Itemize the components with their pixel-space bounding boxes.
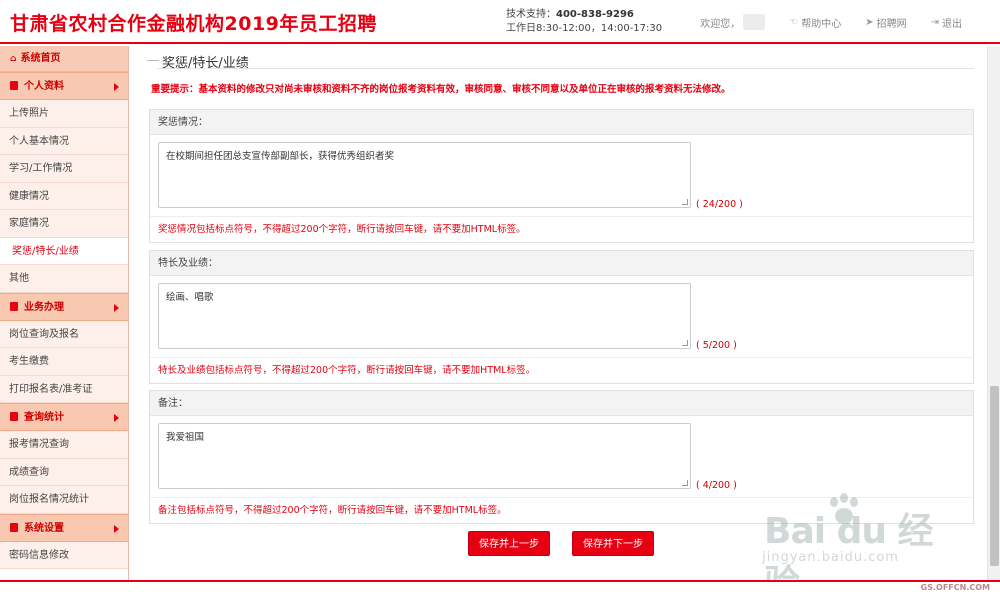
remarks-label: 备注： (150, 391, 973, 416)
recruit-link[interactable]: ➤ 招聘网 (865, 15, 906, 30)
remarks-body: 我爱祖国 ( 4/200 ) (150, 416, 973, 498)
sidebar-group-label: 系统设置 (24, 522, 64, 534)
help-link[interactable]: ☜ 帮助中心 (789, 15, 841, 30)
scrollbar[interactable] (987, 46, 1000, 580)
sidebar-item-password[interactable]: 密码信息修改 (0, 541, 128, 569)
welcome-text: 欢迎您， (700, 18, 741, 30)
divider (157, 68, 974, 69)
document-icon (10, 522, 18, 532)
chevron-right-icon (114, 414, 119, 422)
awards-panel: 奖惩情况： 在校期间担任团总支宣传部副部长，获得优秀组织者奖 ( 24/200 … (149, 109, 974, 243)
sidebar-item-score-query[interactable]: 成绩查询 (0, 458, 128, 486)
sidebar-item-upload-photo[interactable]: 上传照片 (0, 100, 128, 128)
support-label: 技术支持： (506, 9, 556, 20)
skills-char-count: ( 5/200 ) (696, 340, 737, 351)
save-next-button[interactable]: 保存并下一步 (572, 531, 654, 556)
sidebar-group-profile[interactable]: 个人资料 (0, 72, 128, 100)
document-icon (10, 412, 18, 421)
header-links: 欢迎您， ☜ 帮助中心 ➤ 招聘网 ⇥ 退出 (676, 14, 962, 30)
awards-hint: 奖惩情况包括标点符号，不得超过200个字符，断行请按回车键，请不要加HTML标签… (158, 224, 526, 235)
awards-body: 在校期间担任团总支宣传部副部长，获得优秀组织者奖 ( 24/200 ) (150, 135, 973, 217)
sidebar-group-label: 业务办理 (24, 301, 64, 313)
sidebar-item-basic-info[interactable]: 个人基本情况 (0, 127, 128, 155)
sidebar-item-job-search[interactable]: 岗位查询及报名 (0, 320, 128, 348)
sidebar-group-label: 个人资料 (24, 81, 64, 92)
avatar (743, 14, 766, 30)
paper-plane-icon: ➤ (865, 16, 874, 28)
support-info: 技术支持：400-838-9296 工作日8:30-12:00，14:00-17… (506, 8, 662, 36)
sidebar-item-other[interactable]: 其他 (0, 265, 128, 293)
skills-hint: 特长及业绩包括标点符号，不得超过200个字符，断行请按回车键，请不要加HTML标… (158, 365, 536, 376)
recruit-label: 招聘网 (876, 18, 907, 30)
sidebar-group-settings[interactable]: 系统设置 (0, 513, 128, 542)
logout-icon: ⇥ (930, 16, 939, 28)
sidebar-home-label: 系统首页 (20, 53, 61, 64)
skills-label: 特长及业绩： (150, 251, 973, 276)
resize-grip-icon[interactable] (682, 480, 688, 486)
site-title: 甘肃省农村合作金融机构2019年员工招聘 (10, 13, 377, 35)
awards-char-count: ( 24/200 ) (696, 199, 743, 210)
sidebar-item-job-stats[interactable]: 岗位报名情况统计 (0, 486, 128, 514)
awards-label: 奖惩情况： (150, 110, 973, 135)
sidebar-item-awards[interactable]: 奖惩/特长/业绩 (0, 237, 128, 265)
sidebar-item-health[interactable]: 健康情况 (0, 182, 128, 210)
logout-label: 退出 (942, 18, 962, 30)
logout-link[interactable]: ⇥ 退出 (931, 15, 962, 30)
sidebar-group-label: 查询统计 (24, 412, 64, 423)
remarks-char-count: ( 4/200 ) (696, 480, 737, 491)
skills-panel: 特长及业绩： 绘画、唱歌 ( 5/200 ) 特长及业绩包括标点符号，不得超过2… (149, 250, 974, 384)
welcome: 欢迎您， (700, 14, 766, 30)
resize-grip-icon[interactable] (682, 199, 688, 205)
offcn-watermark: GS.OFFCN.COM (920, 583, 990, 592)
scrollbar-thumb[interactable] (990, 386, 999, 566)
sidebar-group-query[interactable]: 查询统计 (0, 403, 128, 431)
chevron-right-icon (114, 303, 119, 312)
sidebar-item-apply-query[interactable]: 报考情况查询 (0, 431, 128, 459)
sidebar: ⌂ 系统首页 个人资料 上传照片 个人基本情况 学习/工作情况 健康情况 家庭情况… (0, 46, 129, 580)
header: 甘肃省农村合作金融机构2019年员工招聘 技术支持：400-838-9296 工… (0, 0, 1000, 44)
skills-body: 绘画、唱歌 ( 5/200 ) (150, 276, 973, 358)
footer-bar: GS.OFFCN.COM (0, 580, 1000, 594)
awards-textarea[interactable]: 在校期间担任团总支宣传部副部长，获得优秀组织者奖 (158, 142, 691, 208)
hand-pointer-icon: ☜ (789, 16, 799, 28)
document-icon (10, 301, 18, 311)
chevron-right-icon (114, 83, 119, 91)
divider (147, 60, 159, 61)
support-hours: 工作日8:30-12:00，14:00-17:30 (506, 23, 663, 34)
chevron-right-icon (114, 524, 119, 533)
sidebar-item-payment[interactable]: 考生缴费 (0, 348, 128, 376)
support-tel: 400-838-9296 (556, 9, 634, 20)
baidu-url: jingyan.baidu.com (762, 550, 899, 565)
important-notice: 重要提示：基本资料的修改只对尚未审核和资料不齐的岗位报考资料有效，审核同意、审核… (151, 84, 731, 95)
sidebar-item-family[interactable]: 家庭情况 (0, 210, 128, 238)
resize-grip-icon[interactable] (682, 340, 688, 346)
sidebar-item-print[interactable]: 打印报名表/准考证 (0, 375, 128, 403)
sidebar-group-business[interactable]: 业务办理 (0, 292, 128, 321)
skills-textarea[interactable]: 绘画、唱歌 (158, 283, 691, 349)
help-label: 帮助中心 (801, 18, 842, 30)
remarks-textarea[interactable]: 我爱祖国 (158, 423, 691, 489)
document-icon (10, 81, 18, 90)
sidebar-home[interactable]: ⌂ 系统首页 (0, 46, 128, 72)
home-icon: ⌂ (10, 54, 17, 64)
save-prev-button[interactable]: 保存并上一步 (468, 531, 550, 556)
baidu-watermark: Bai du 经验 jingyan.baidu.com (742, 488, 952, 594)
sidebar-item-study-work[interactable]: 学习/工作情况 (0, 155, 128, 183)
